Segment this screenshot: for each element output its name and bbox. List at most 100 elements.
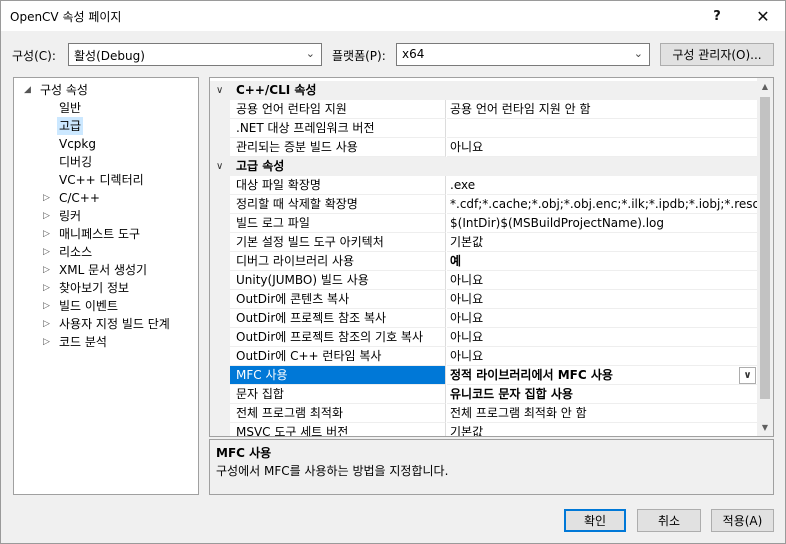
property-row[interactable]: 디버그 라이브러리 사용 예 <box>210 252 758 271</box>
property-name[interactable]: MSVC 도구 세트 버전 <box>230 423 446 436</box>
property-value[interactable]: *.cdf;*.cache;*.obj;*.obj.enc;*.ilk;*.ip… <box>447 195 758 214</box>
property-value[interactable]: 기본값 <box>447 233 758 252</box>
tree-expand-icon[interactable]: ▷ <box>43 315 50 333</box>
property-grid[interactable]: ∨ C++/CLI 속성 공용 언어 런타임 지원 공용 언어 런타임 지원 안 함.… <box>209 77 774 437</box>
property-value[interactable]: .exe <box>447 176 758 195</box>
property-row[interactable]: OutDir에 C++ 런타임 복사 아니요 <box>210 347 758 366</box>
property-value[interactable]: $(IntDir)$(MSBuildProjectName).log <box>447 214 758 233</box>
tree-expand-icon[interactable]: ▷ <box>43 261 50 279</box>
tree-expand-icon[interactable]: ▷ <box>43 189 50 207</box>
title-bar: OpenCV 속성 페이지 ? ✕ <box>1 1 785 31</box>
grid-category[interactable]: ∨ C++/CLI 속성 <box>210 81 758 100</box>
property-row[interactable]: 정리할 때 삭제할 확장명 *.cdf;*.cache;*.obj;*.obj.e… <box>210 195 758 214</box>
property-value[interactable]: 정적 라이브러리에서 MFC 사용 ∨ <box>447 366 758 385</box>
property-value[interactable]: 예 <box>447 252 758 271</box>
property-row[interactable]: OutDir에 콘텐츠 복사 아니요 <box>210 290 758 309</box>
close-button[interactable]: ✕ <box>741 1 785 31</box>
property-row[interactable]: 대상 파일 확장명 .exe <box>210 176 758 195</box>
property-name[interactable]: .NET 대상 프레임워크 버전 <box>230 119 446 138</box>
tree-item[interactable]: ▷ XML 문서 생성기 <box>14 261 198 279</box>
tree-collapse-icon[interactable]: ◢ <box>24 81 31 99</box>
tree-item[interactable]: ◢ 구성 속성 <box>14 81 198 99</box>
property-row[interactable]: 빌드 로그 파일 $(IntDir)$(MSBuildProjectName).l… <box>210 214 758 233</box>
property-row[interactable]: 기본 설정 빌드 도구 아키텍처 기본값 <box>210 233 758 252</box>
grid-category[interactable]: ∨ 고급 속성 <box>210 157 758 176</box>
property-value[interactable]: 아니요 <box>447 347 758 366</box>
tree-item[interactable]: ▷ 빌드 이벤트 <box>14 297 198 315</box>
tree-expand-icon[interactable]: ▷ <box>43 207 50 225</box>
property-row[interactable]: OutDir에 프로젝트 참조 복사 아니요 <box>210 309 758 328</box>
tree-item[interactable]: ▷ C/C++ <box>14 189 198 207</box>
ok-button[interactable]: 확인 <box>564 509 626 532</box>
platform-combo[interactable]: x64 ⌄ <box>396 43 650 66</box>
tree-item[interactable]: 일반 <box>14 99 198 117</box>
scroll-thumb[interactable] <box>760 97 770 399</box>
property-value[interactable]: 공용 언어 런타임 지원 안 함 <box>447 100 758 119</box>
property-value[interactable]: 아니요 <box>447 309 758 328</box>
property-value[interactable]: 기본값 <box>447 423 758 436</box>
tree-item[interactable]: ▷ 코드 분석 <box>14 333 198 351</box>
tree-item[interactable]: ▷ 링커 <box>14 207 198 225</box>
config-manager-button[interactable]: 구성 관리자(O)... <box>660 43 774 66</box>
property-value[interactable]: 아니요 <box>447 328 758 347</box>
scroll-down-icon[interactable]: ▼ <box>757 419 773 436</box>
tree-expand-icon[interactable]: ▷ <box>43 279 50 297</box>
property-row[interactable]: MFC 사용 정적 라이브러리에서 MFC 사용 ∨ <box>210 366 758 385</box>
property-value-text: .exe <box>450 178 476 192</box>
property-row[interactable]: 관리되는 증분 빌드 사용 아니요 <box>210 138 758 157</box>
tree-item[interactable]: ▷ 사용자 지정 빌드 단계 <box>14 315 198 333</box>
property-row[interactable]: 문자 집합 유니코드 문자 집합 사용 <box>210 385 758 404</box>
tree-item-label: XML 문서 생성기 <box>59 263 148 277</box>
property-row[interactable]: 공용 언어 런타임 지원 공용 언어 런타임 지원 안 함 <box>210 100 758 119</box>
property-name[interactable]: 정리할 때 삭제할 확장명 <box>230 195 446 214</box>
property-name[interactable]: OutDir에 프로젝트 참조의 기호 복사 <box>230 328 446 347</box>
property-value[interactable]: 아니요 <box>447 138 758 157</box>
tree-expand-icon[interactable]: ▷ <box>43 243 50 261</box>
property-value[interactable]: 유니코드 문자 집합 사용 <box>447 385 758 404</box>
tree-item[interactable]: ▷ 매니페스트 도구 <box>14 225 198 243</box>
property-name[interactable]: 문자 집합 <box>230 385 446 404</box>
tree-item[interactable]: Vcpkg <box>14 135 198 153</box>
property-name[interactable]: 기본 설정 빌드 도구 아키텍처 <box>230 233 446 252</box>
cancel-button[interactable]: 취소 <box>637 509 701 532</box>
tree-item[interactable]: VC++ 디렉터리 <box>14 171 198 189</box>
property-name[interactable]: 빌드 로그 파일 <box>230 214 446 233</box>
property-name[interactable]: OutDir에 프로젝트 참조 복사 <box>230 309 446 328</box>
property-value-text: 기본값 <box>450 235 484 249</box>
tree-expand-icon[interactable]: ▷ <box>43 225 50 243</box>
property-name[interactable]: 대상 파일 확장명 <box>230 176 446 195</box>
property-row[interactable]: OutDir에 프로젝트 참조의 기호 복사 아니요 <box>210 328 758 347</box>
property-row[interactable]: MSVC 도구 세트 버전 기본값 <box>210 423 758 436</box>
property-row[interactable]: 전체 프로그램 최적화 전체 프로그램 최적화 안 함 <box>210 404 758 423</box>
grid-scrollbar[interactable]: ▲ ▼ <box>757 78 773 436</box>
property-value-text: 기본값 <box>450 425 484 436</box>
property-name[interactable]: 공용 언어 런타임 지원 <box>230 100 446 119</box>
property-name[interactable]: OutDir에 콘텐츠 복사 <box>230 290 446 309</box>
chevron-down-icon[interactable]: ∨ <box>216 81 223 100</box>
chevron-down-icon[interactable]: ∨ <box>216 157 223 176</box>
property-name[interactable]: OutDir에 C++ 런타임 복사 <box>230 347 446 366</box>
apply-button[interactable]: 적용(A) <box>711 509 774 532</box>
tree-expand-icon[interactable]: ▷ <box>43 297 50 315</box>
property-row[interactable]: Unity(JUMBO) 빌드 사용 아니요 <box>210 271 758 290</box>
property-name[interactable]: 관리되는 증분 빌드 사용 <box>230 138 446 157</box>
property-value[interactable]: 아니요 <box>447 271 758 290</box>
property-value[interactable]: 전체 프로그램 최적화 안 함 <box>447 404 758 423</box>
tree-item[interactable]: ▷ 리소스 <box>14 243 198 261</box>
property-row[interactable]: .NET 대상 프레임워크 버전 <box>210 119 758 138</box>
property-name[interactable]: MFC 사용 <box>230 366 446 385</box>
tree-item[interactable]: ▷ 찾아보기 정보 <box>14 279 198 297</box>
value-dropdown-button[interactable]: ∨ <box>739 367 756 384</box>
property-name[interactable]: 디버그 라이브러리 사용 <box>230 252 446 271</box>
property-value[interactable]: 아니요 <box>447 290 758 309</box>
scroll-up-icon[interactable]: ▲ <box>757 78 773 95</box>
property-name[interactable]: Unity(JUMBO) 빌드 사용 <box>230 271 446 290</box>
property-name[interactable]: 전체 프로그램 최적화 <box>230 404 446 423</box>
property-value[interactable] <box>447 119 758 138</box>
tree-item[interactable]: 디버깅 <box>14 153 198 171</box>
config-combo[interactable]: 활성(Debug) ⌄ <box>68 43 322 66</box>
property-tree[interactable]: ◢ 구성 속성 일반 고급 Vcpkg 디버깅 VC++ 디렉터리 ▷ C/C++ ▷ 링커 ▷ 매니페… <box>13 77 199 495</box>
tree-expand-icon[interactable]: ▷ <box>43 333 50 351</box>
help-button[interactable]: ? <box>695 1 739 31</box>
tree-item[interactable]: 고급 <box>14 117 198 135</box>
